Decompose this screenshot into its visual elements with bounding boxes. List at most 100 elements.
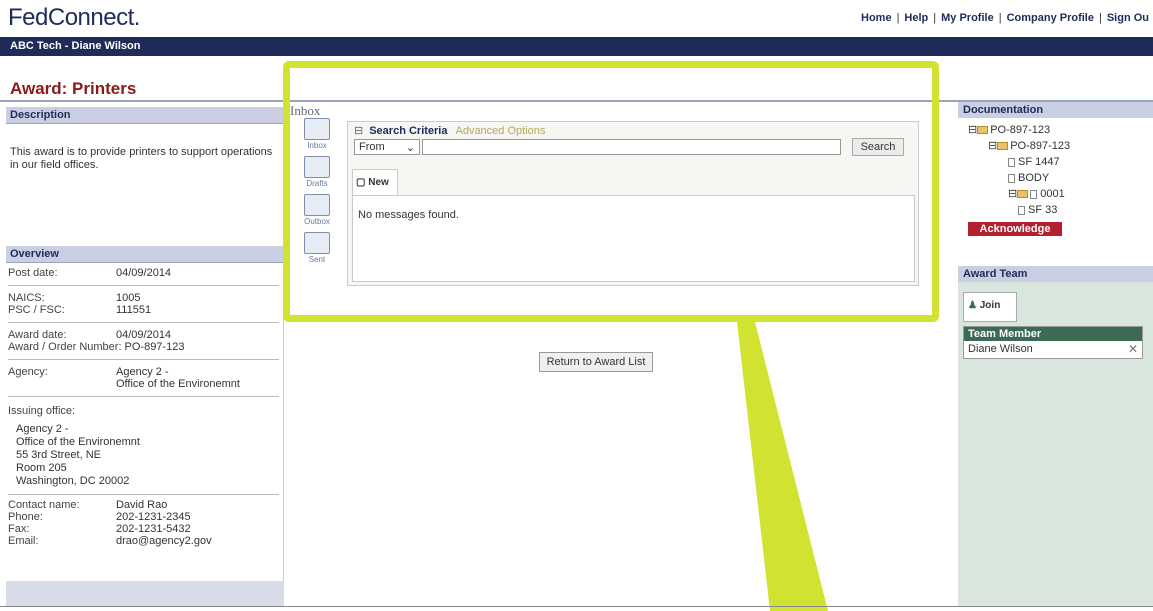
bottom-border bbox=[0, 606, 1153, 607]
tree-node[interactable]: SF 1447 bbox=[968, 154, 1143, 170]
fax-row: Fax: 202-1231-5432 bbox=[6, 523, 283, 535]
agency-line: Office of the Environemnt bbox=[116, 378, 240, 390]
fedconnect-logo[interactable]: FedConnect. bbox=[8, 4, 140, 32]
return-to-award-list-button[interactable]: Return to Award List bbox=[539, 352, 653, 372]
phone-label: Phone: bbox=[8, 511, 43, 523]
description-header: Description bbox=[6, 107, 283, 124]
award-number-row: Award / Order Number: PO-897-123 bbox=[6, 341, 283, 357]
address-line: Room 205 bbox=[16, 462, 67, 474]
award-team-area: ♟ Join Team Member Diane Wilson ✕ bbox=[958, 292, 1153, 359]
post-date-value: 04/09/2014 bbox=[116, 267, 172, 279]
left-column: Description This award is to provide pri… bbox=[6, 107, 284, 607]
issuing-office-address: Agency 2 - Office of the Environemnt 55 … bbox=[6, 419, 283, 492]
document-icon bbox=[1008, 173, 1015, 183]
tree-node-label: PO-897-123 bbox=[990, 124, 1051, 136]
nav-separator: | bbox=[896, 12, 900, 24]
award-number-value: PO-897-123 bbox=[124, 341, 185, 353]
tree-node[interactable]: ⊟ 0001 bbox=[968, 186, 1143, 202]
agency-label: Agency: bbox=[8, 366, 48, 378]
team-member-column-header: Team Member bbox=[964, 327, 1142, 341]
tree-node[interactable]: BODY bbox=[968, 170, 1143, 186]
psc-label: PSC / FSC: bbox=[8, 304, 65, 316]
naics-value: 1005 bbox=[116, 292, 141, 304]
contact-label: Contact name: bbox=[8, 499, 80, 511]
tree-node-label: SF 33 bbox=[1028, 204, 1058, 216]
description-text: This award is to provide printers to sup… bbox=[10, 146, 273, 171]
contact-value: David Rao bbox=[116, 499, 168, 511]
address-line: Agency 2 - bbox=[16, 423, 69, 435]
nav-help-link[interactable]: Help bbox=[904, 12, 928, 24]
award-team-header: Award Team bbox=[958, 266, 1153, 282]
contact-row: Contact name: David Rao bbox=[6, 497, 283, 511]
folder-icon bbox=[977, 126, 989, 135]
tree-node-label: BODY bbox=[1018, 172, 1050, 184]
nav-my-profile-link[interactable]: My Profile bbox=[941, 12, 994, 24]
collapse-icon[interactable]: ⊟ bbox=[1008, 188, 1017, 200]
divider bbox=[8, 494, 279, 495]
agency-row: Agency: Agency 2 - Office of the Environem… bbox=[6, 362, 283, 394]
team-table: Team Member Diane Wilson ✕ bbox=[963, 326, 1143, 359]
address-line: Office of the Environemnt bbox=[16, 436, 140, 448]
document-icon bbox=[1018, 205, 1025, 215]
address-line: 55 3rd Street, NE bbox=[16, 449, 101, 461]
email-row: Email: drao@agency2.gov bbox=[6, 535, 283, 547]
acknowledge-button[interactable]: Acknowledge bbox=[968, 222, 1062, 236]
divider bbox=[8, 359, 279, 360]
join-button[interactable]: ♟ Join bbox=[963, 292, 1017, 322]
award-date-label: Award date: bbox=[8, 329, 67, 341]
overview-header: Overview bbox=[6, 246, 283, 263]
top-nav: Home | Help | My Profile | Company Profile | Sig… bbox=[861, 12, 1149, 24]
award-date-value: 04/09/2014 bbox=[116, 329, 172, 341]
left-footer bbox=[6, 581, 284, 607]
right-column: Documentation ⊟ PO-897-123 ⊟ PO-897-123 SF… bbox=[958, 102, 1153, 607]
callout-highlight-frame bbox=[283, 61, 939, 322]
documentation-header: Documentation bbox=[958, 102, 1153, 118]
divider bbox=[8, 396, 279, 397]
table-row: Diane Wilson ✕ bbox=[964, 341, 1142, 358]
checkbox-icon[interactable] bbox=[1030, 189, 1038, 199]
divider bbox=[8, 322, 279, 323]
nav-separator: | bbox=[998, 12, 1002, 24]
nav-home-link[interactable]: Home bbox=[861, 12, 892, 24]
user-bar: ABC Tech - Diane Wilson bbox=[0, 37, 1153, 56]
tree-node-label: SF 1447 bbox=[1018, 156, 1060, 168]
phone-row: Phone: 202-1231-2345 bbox=[6, 511, 283, 523]
tree-node-label: PO-897-123 bbox=[1010, 140, 1071, 152]
post-date-row: Post date: 04/09/2014 bbox=[6, 263, 283, 283]
folder-icon bbox=[997, 142, 1009, 151]
psc-row: PSC / FSC: 111551 bbox=[6, 304, 283, 320]
collapse-icon[interactable]: ⊟ bbox=[988, 140, 997, 152]
psc-value: 111551 bbox=[116, 304, 152, 316]
document-icon bbox=[1008, 157, 1015, 167]
award-date-row: Award date: 04/09/2014 bbox=[6, 325, 283, 341]
nav-separator: | bbox=[1098, 12, 1102, 24]
collapse-icon[interactable]: ⊟ bbox=[968, 124, 977, 136]
fax-value: 202-1231-5432 bbox=[116, 523, 191, 535]
team-member-name: Diane Wilson bbox=[968, 343, 1033, 355]
folder-icon bbox=[1017, 190, 1029, 199]
tree-node[interactable]: SF 33 bbox=[968, 202, 1143, 218]
post-date-label: Post date: bbox=[8, 267, 58, 279]
tree-node[interactable]: ⊟ PO-897-123 bbox=[968, 122, 1143, 138]
fax-label: Fax: bbox=[8, 523, 30, 535]
tree-node-label: 0001 bbox=[1040, 188, 1065, 200]
award-number-label: Award / Order Number: bbox=[8, 341, 122, 353]
documentation-tree: ⊟ PO-897-123 ⊟ PO-897-123 SF 1447 BODY ⊟ 00… bbox=[958, 118, 1153, 266]
remove-icon[interactable]: ✕ bbox=[1128, 343, 1138, 356]
nav-company-profile-link[interactable]: Company Profile bbox=[1007, 12, 1094, 24]
phone-value: 202-1231-2345 bbox=[116, 511, 191, 523]
agency-line: Agency 2 - bbox=[116, 366, 169, 378]
tree-node[interactable]: ⊟ PO-897-123 bbox=[968, 138, 1143, 154]
email-label: Email: bbox=[8, 535, 39, 547]
agency-value: Agency 2 - Office of the Environemnt bbox=[116, 366, 240, 390]
divider bbox=[8, 285, 279, 286]
nav-sign-out-link[interactable]: Sign Ou bbox=[1107, 12, 1149, 24]
top-bar: FedConnect. Home | Help | My Profile | Company… bbox=[0, 0, 1153, 37]
naics-row: NAICS: 1005 bbox=[6, 288, 283, 304]
team-icon: ♟ bbox=[968, 300, 980, 311]
issuing-office-label: Issuing office: bbox=[8, 405, 76, 417]
email-value[interactable]: drao@agency2.gov bbox=[116, 535, 212, 547]
address-line: Washington, DC 20002 bbox=[16, 475, 130, 487]
join-label: Join bbox=[979, 300, 1001, 311]
naics-label: NAICS: bbox=[8, 292, 45, 304]
